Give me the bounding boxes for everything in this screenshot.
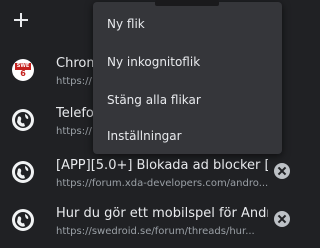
close-icon[interactable] — [274, 211, 290, 227]
plus-icon[interactable] — [10, 9, 32, 31]
overflow-menu: Ny flik Ny inkognitoflik Stäng alla flik… — [93, 0, 282, 154]
tab-title: [APP][5.0+] Blokada ad blocker [ope... — [56, 158, 268, 173]
swedroid-icon: SWE 6 — [12, 59, 34, 81]
tab-title: Hur du gör ett mobilspel för Androi... — [56, 206, 268, 221]
globe-icon — [12, 161, 34, 183]
tab-item[interactable]: [APP][5.0+] Blokada ad blocker [ope... h… — [0, 150, 300, 200]
menu-item-new-tab[interactable]: Ny flik — [93, 6, 282, 42]
tab-url: https://swedroid.se/forum/threads/hur... — [56, 226, 255, 237]
globe-icon — [12, 209, 34, 231]
globe-icon — [12, 109, 34, 131]
menu-item-settings[interactable]: Inställningar — [93, 118, 282, 154]
menu-item-new-incognito-tab[interactable]: Ny inkognitoflik — [93, 44, 282, 80]
tab-url: https://forum.xda-developers.com/andro..… — [56, 178, 268, 189]
close-icon[interactable] — [274, 163, 290, 179]
tab-item[interactable]: Hur du gör ett mobilspel för Androi... h… — [0, 198, 300, 248]
favicon-text-bottom: 6 — [20, 69, 26, 78]
menu-item-close-all-tabs[interactable]: Stäng alla flikar — [93, 82, 282, 118]
